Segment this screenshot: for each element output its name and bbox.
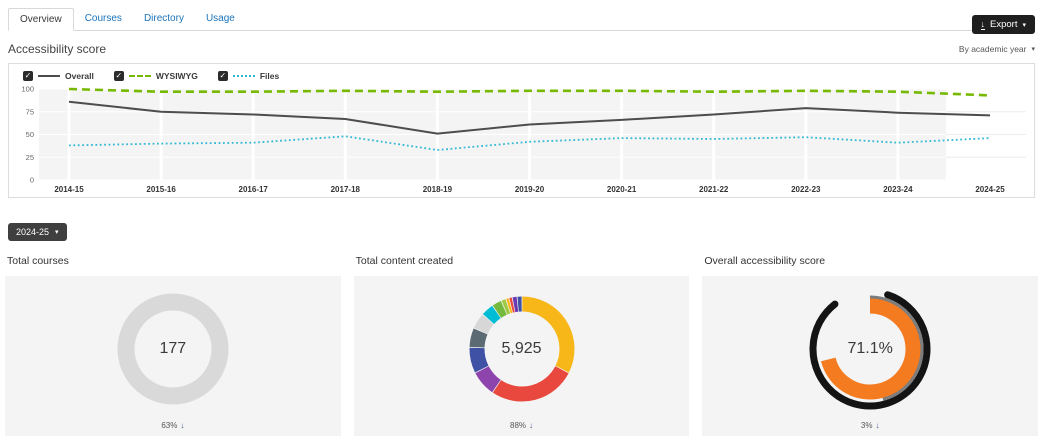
tab-courses[interactable]: Courses <box>74 8 133 30</box>
page-title: Accessibility score <box>8 42 106 56</box>
card-title: Overall accessibility score <box>704 255 1038 267</box>
export-button-label: Export <box>990 19 1017 30</box>
total-content-value: 5,925 <box>447 281 597 417</box>
checkbox-checked-icon[interactable]: ✓ <box>23 71 33 81</box>
academic-year-filter-label: By academic year <box>959 44 1027 54</box>
legend-item-files: ✓ Files <box>218 71 279 81</box>
card-total-courses: Total courses 177 63% ↓ <box>5 255 341 436</box>
svg-text:2020-21: 2020-21 <box>607 185 637 194</box>
delta-down-icon: ↓ <box>529 421 533 430</box>
svg-text:2024-25: 2024-25 <box>975 185 1005 194</box>
tab-bar: Overview Courses Directory Usage <box>8 8 1035 31</box>
download-icon: ↓ <box>981 20 986 30</box>
svg-text:2019-20: 2019-20 <box>515 185 545 194</box>
svg-text:75: 75 <box>26 107 34 116</box>
svg-text:2021-22: 2021-22 <box>699 185 729 194</box>
svg-text:2017-18: 2017-18 <box>331 185 361 194</box>
svg-text:0: 0 <box>30 176 34 185</box>
caret-down-icon: ▾ <box>1022 21 1026 29</box>
svg-text:2015-16: 2015-16 <box>146 185 176 194</box>
overall-line-sample-icon <box>38 75 60 77</box>
legend-label: WYSIWYG <box>156 71 198 81</box>
section-header: Accessibility score By academic year ▾ <box>8 42 1035 56</box>
legend-label: Files <box>260 71 279 81</box>
legend-item-overall: ✓ Overall <box>23 71 94 81</box>
academic-year-filter[interactable]: By academic year ▾ <box>959 44 1035 54</box>
svg-text:2023-24: 2023-24 <box>883 185 913 194</box>
svg-text:50: 50 <box>26 130 34 139</box>
tab-overview[interactable]: Overview <box>8 8 74 31</box>
total-courses-value: 177 <box>98 281 248 417</box>
year-selector-label: 2024-25 <box>16 227 49 237</box>
accessibility-score-panel: ✓ Overall ✓ WYSIWYG ✓ Files 0 25 50 75 100 20… <box>8 63 1035 198</box>
delta-indicator: 3% ↓ <box>861 421 880 430</box>
year-selector-button[interactable]: 2024-25 ▾ <box>8 223 67 241</box>
delta-indicator: 88% ↓ <box>510 421 533 430</box>
svg-text:2014-15: 2014-15 <box>54 185 84 194</box>
svg-text:2018-19: 2018-19 <box>423 185 453 194</box>
delta-indicator: 63% ↓ <box>161 421 184 430</box>
accessibility-line-chart: 0 25 50 75 100 2014-15 2015-16 2016-17 2017-18 20… <box>9 85 1032 197</box>
delta-down-icon: ↓ <box>875 421 879 430</box>
overall-score-value: 71.1% <box>795 281 945 417</box>
svg-text:2016-17: 2016-17 <box>239 185 269 194</box>
files-line-sample-icon <box>233 75 255 77</box>
svg-text:100: 100 <box>21 85 34 94</box>
caret-down-icon: ▾ <box>55 228 59 236</box>
card-overall-score: Overall accessibility score 71.1% 3% ↓ <box>702 255 1038 436</box>
card-title: Total content created <box>356 255 690 267</box>
chart-legend: ✓ Overall ✓ WYSIWYG ✓ Files <box>9 71 1034 81</box>
svg-text:25: 25 <box>26 153 34 162</box>
legend-label: Overall <box>65 71 94 81</box>
summary-cards: Total courses 177 63% ↓ Total content cr… <box>5 255 1038 436</box>
legend-item-wysiwyg: ✓ WYSIWYG <box>114 71 198 81</box>
export-button[interactable]: ↓ Export ▾ <box>972 15 1035 34</box>
checkbox-checked-icon[interactable]: ✓ <box>114 71 124 81</box>
wysiwyg-line-sample-icon <box>129 75 151 77</box>
tab-usage[interactable]: Usage <box>195 8 246 30</box>
card-title: Total courses <box>7 255 341 267</box>
svg-text:2022-23: 2022-23 <box>791 185 821 194</box>
card-total-content: Total content created 5,925 88% ↓ <box>354 255 690 436</box>
tab-directory[interactable]: Directory <box>133 8 195 30</box>
delta-down-icon: ↓ <box>180 421 184 430</box>
checkbox-checked-icon[interactable]: ✓ <box>218 71 228 81</box>
caret-down-icon: ▾ <box>1031 45 1035 53</box>
